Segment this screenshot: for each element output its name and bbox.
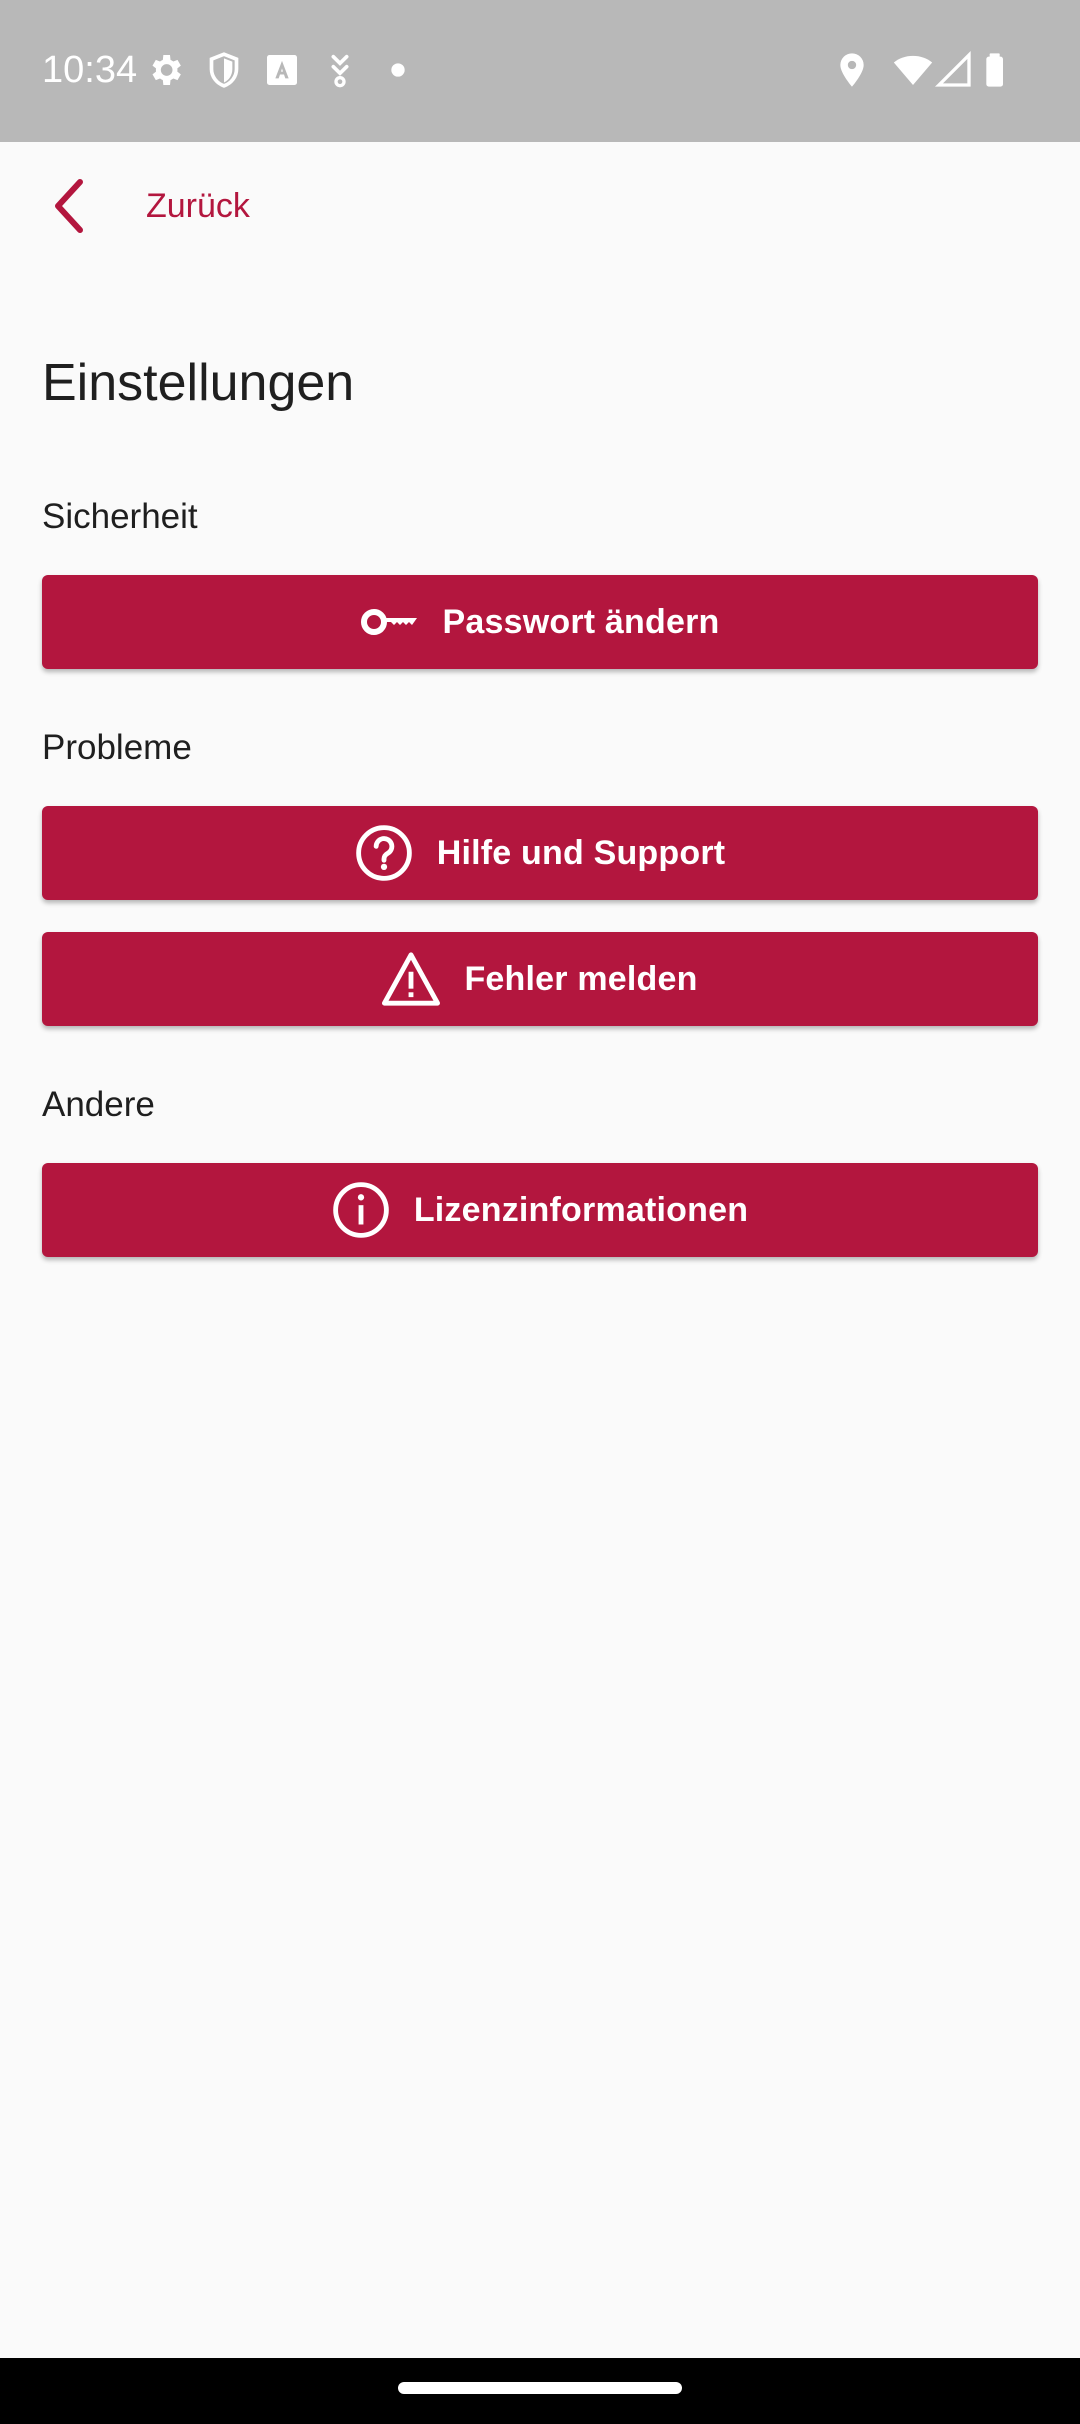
battery-icon — [978, 50, 1018, 90]
back-button[interactable]: Zurück — [42, 166, 250, 246]
signal-icon — [934, 50, 974, 90]
status-time: 10:34 — [42, 49, 138, 91]
help-support-label: Hilfe und Support — [436, 833, 726, 872]
system-nav-bar — [0, 2358, 1080, 2424]
dot-icon — [378, 50, 418, 90]
location-icon — [832, 50, 872, 90]
settings-screen: 10:34 Zurück Einstellungen Sicherheit Pa… — [0, 0, 1080, 2424]
wifi-icon — [890, 50, 936, 90]
help-circle-icon — [355, 824, 413, 882]
page-title: Einstellungen — [42, 354, 355, 412]
shield-icon — [204, 50, 244, 90]
gear-icon — [145, 50, 185, 90]
help-support-button[interactable]: Hilfe und Support — [42, 806, 1038, 900]
info-circle-icon — [332, 1181, 390, 1239]
report-error-label: Fehler melden — [464, 959, 698, 998]
license-info-label: Lizenzinformationen — [413, 1190, 749, 1229]
gesture-handle[interactable] — [398, 2382, 682, 2394]
section-label-other: Andere — [42, 1085, 155, 1124]
report-error-button[interactable]: Fehler melden — [42, 932, 1038, 1026]
chevron-left-icon — [42, 176, 98, 236]
warning-icon — [382, 950, 441, 1008]
section-label-security: Sicherheit — [42, 497, 198, 536]
section-label-problems: Probleme — [42, 728, 192, 767]
status-bar: 10:34 — [0, 0, 1080, 142]
change-password-label: Passwort ändern — [442, 602, 720, 641]
change-password-button[interactable]: Passwort ändern — [42, 575, 1038, 669]
license-info-button[interactable]: Lizenzinformationen — [42, 1163, 1038, 1257]
back-label: Zurück — [146, 186, 250, 225]
key-icon — [360, 593, 419, 651]
font-icon — [262, 50, 302, 90]
download-icon — [320, 50, 360, 90]
